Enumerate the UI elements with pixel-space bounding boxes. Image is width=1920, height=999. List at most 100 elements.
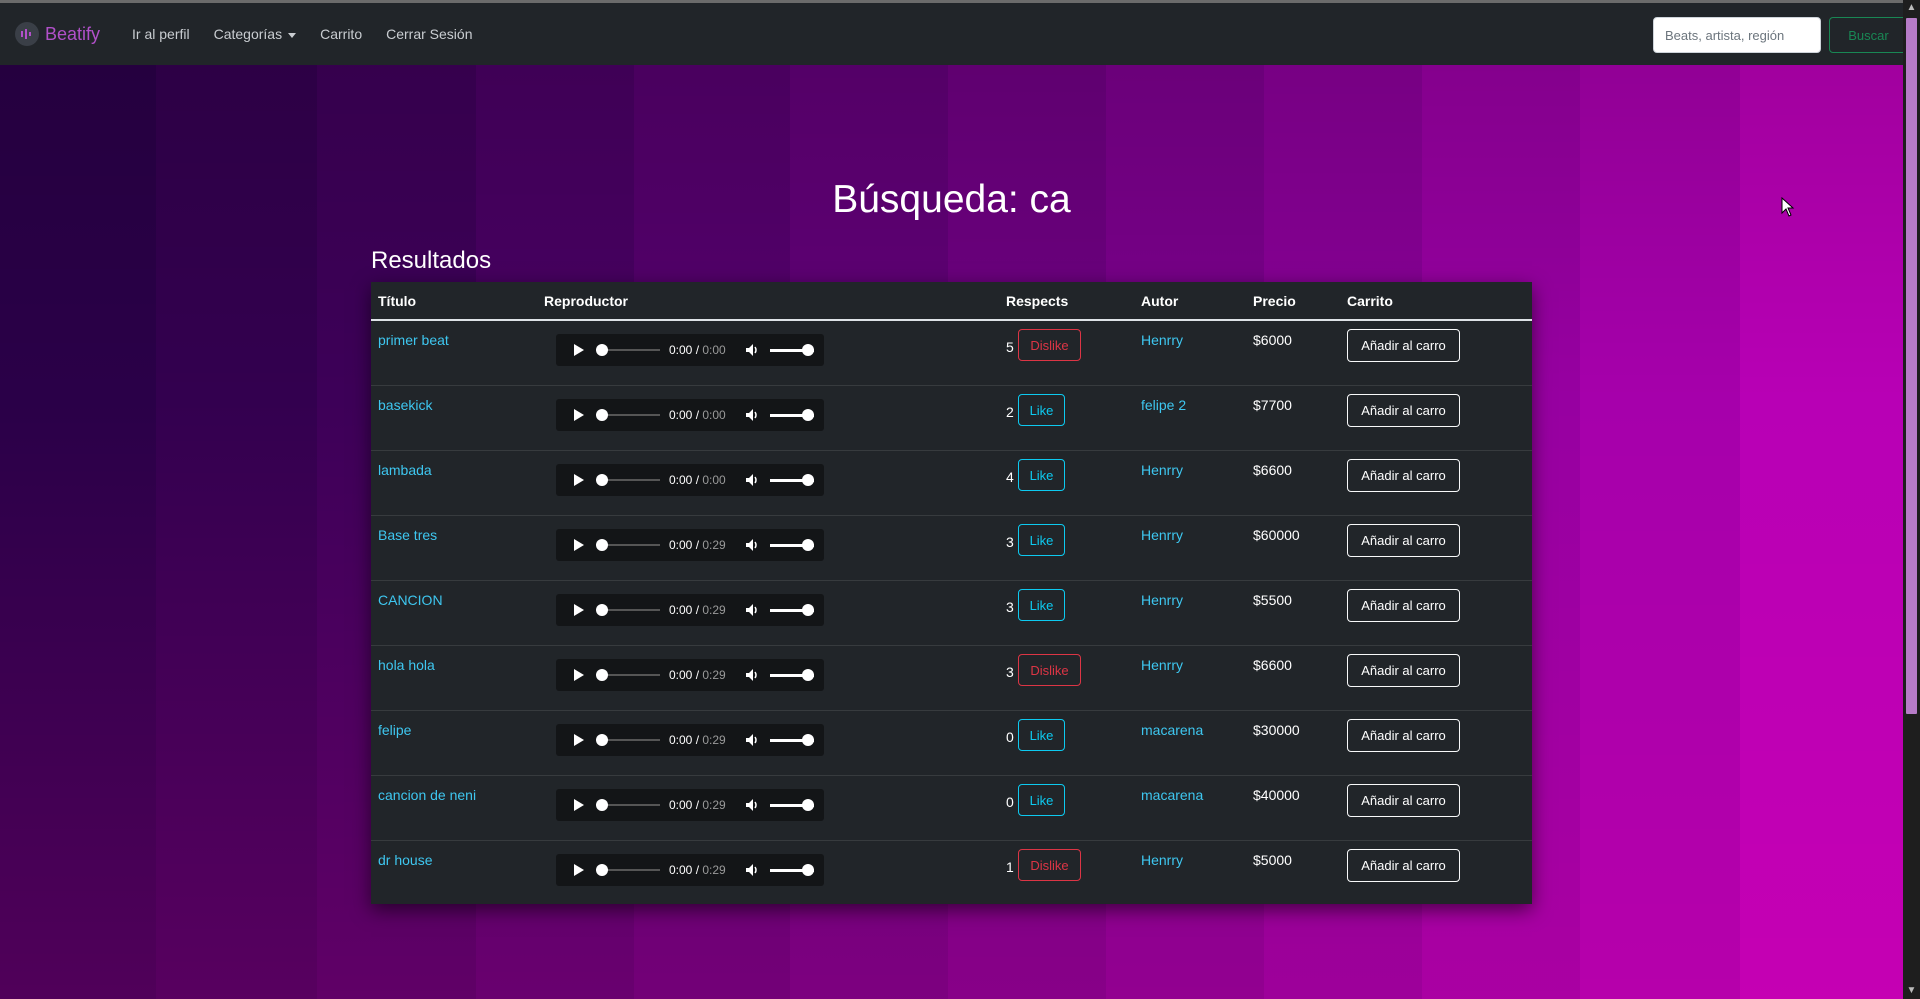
brand-link[interactable]: Beatify (15, 22, 100, 46)
nav-cart-link[interactable]: Carrito (320, 26, 362, 42)
scroll-up-icon[interactable]: ▲ (1903, 0, 1920, 16)
track-title-link[interactable]: Base tres (378, 527, 437, 543)
volume-icon[interactable] (744, 342, 760, 358)
volume-thumb[interactable] (802, 734, 814, 746)
vertical-scrollbar[interactable]: ▲ ▼ (1903, 0, 1920, 999)
add-to-cart-button[interactable]: Añadir al carro (1347, 849, 1460, 882)
audio-player[interactable]: 0:00 / 0:29 (556, 854, 824, 886)
progress-track[interactable] (600, 479, 660, 481)
volume-icon[interactable] (744, 537, 760, 553)
like-button[interactable]: Like (1018, 784, 1065, 816)
track-title-link[interactable]: lambada (378, 462, 432, 478)
play-icon[interactable] (574, 799, 584, 811)
add-to-cart-button[interactable]: Añadir al carro (1347, 784, 1460, 817)
scroll-down-icon[interactable]: ▼ (1903, 983, 1920, 999)
author-link[interactable]: Henrry (1141, 592, 1183, 608)
author-link[interactable]: Henrry (1141, 852, 1183, 868)
add-to-cart-button[interactable]: Añadir al carro (1347, 329, 1460, 362)
progress-track[interactable] (600, 869, 660, 871)
play-icon[interactable] (574, 539, 584, 551)
play-icon[interactable] (574, 864, 584, 876)
volume-thumb[interactable] (802, 799, 814, 811)
search-button[interactable]: Buscar (1829, 17, 1908, 53)
add-to-cart-button[interactable]: Añadir al carro (1347, 654, 1460, 687)
audio-player[interactable]: 0:00 / 0:29 (556, 789, 824, 821)
search-input[interactable] (1653, 17, 1821, 53)
progress-track[interactable] (600, 739, 660, 741)
play-icon[interactable] (574, 344, 584, 356)
play-icon[interactable] (574, 669, 584, 681)
audio-player[interactable]: 0:00 / 0:29 (556, 659, 824, 691)
track-title-link[interactable]: basekick (378, 397, 432, 413)
progress-thumb[interactable] (596, 409, 608, 421)
volume-thumb[interactable] (802, 474, 814, 486)
volume-icon[interactable] (744, 602, 760, 618)
volume-icon[interactable] (744, 667, 760, 683)
audio-player[interactable]: 0:00 / 0:00 (556, 334, 824, 366)
audio-player[interactable]: 0:00 / 0:29 (556, 594, 824, 626)
progress-track[interactable] (600, 804, 660, 806)
volume-icon[interactable] (744, 472, 760, 488)
volume-icon[interactable] (744, 407, 760, 423)
author-link[interactable]: macarena (1141, 787, 1203, 803)
progress-track[interactable] (600, 544, 660, 546)
progress-track[interactable] (600, 349, 660, 351)
volume-thumb[interactable] (802, 344, 814, 356)
like-button[interactable]: Like (1018, 459, 1065, 491)
progress-thumb[interactable] (596, 539, 608, 551)
audio-player[interactable]: 0:00 / 0:00 (556, 464, 824, 496)
nav-logout-link[interactable]: Cerrar Sesión (386, 26, 472, 42)
like-button[interactable]: Like (1018, 394, 1065, 426)
track-title-link[interactable]: primer beat (378, 332, 449, 348)
volume-icon[interactable] (744, 732, 760, 748)
audio-player[interactable]: 0:00 / 0:29 (556, 724, 824, 756)
track-title-link[interactable]: dr house (378, 852, 432, 868)
play-icon[interactable] (574, 409, 584, 421)
play-icon[interactable] (574, 604, 584, 616)
author-link[interactable]: Henrry (1141, 462, 1183, 478)
like-button[interactable]: Like (1018, 589, 1065, 621)
play-icon[interactable] (574, 474, 584, 486)
dislike-button[interactable]: Dislike (1018, 654, 1081, 686)
volume-thumb[interactable] (802, 604, 814, 616)
dislike-button[interactable]: Dislike (1018, 329, 1081, 361)
progress-track[interactable] (600, 609, 660, 611)
progress-thumb[interactable] (596, 864, 608, 876)
like-button[interactable]: Like (1018, 719, 1065, 751)
nav-profile-link[interactable]: Ir al perfil (132, 26, 190, 42)
volume-icon[interactable] (744, 797, 760, 813)
track-title-link[interactable]: cancion de neni (378, 787, 476, 803)
scroll-thumb[interactable] (1906, 18, 1917, 714)
progress-track[interactable] (600, 674, 660, 676)
audio-player[interactable]: 0:00 / 0:00 (556, 399, 824, 431)
volume-thumb[interactable] (802, 669, 814, 681)
progress-thumb[interactable] (596, 474, 608, 486)
volume-thumb[interactable] (802, 409, 814, 421)
add-to-cart-button[interactable]: Añadir al carro (1347, 459, 1460, 492)
track-title-link[interactable]: felipe (378, 722, 411, 738)
dislike-button[interactable]: Dislike (1018, 849, 1081, 881)
progress-thumb[interactable] (596, 734, 608, 746)
nav-categories-dropdown[interactable]: Categorías (214, 26, 297, 42)
volume-thumb[interactable] (802, 864, 814, 876)
add-to-cart-button[interactable]: Añadir al carro (1347, 719, 1460, 752)
like-button[interactable]: Like (1018, 524, 1065, 556)
author-link[interactable]: felipe 2 (1141, 397, 1186, 413)
volume-icon[interactable] (744, 862, 760, 878)
play-icon[interactable] (574, 734, 584, 746)
author-link[interactable]: Henrry (1141, 527, 1183, 543)
add-to-cart-button[interactable]: Añadir al carro (1347, 524, 1460, 557)
progress-thumb[interactable] (596, 799, 608, 811)
progress-thumb[interactable] (596, 669, 608, 681)
track-title-link[interactable]: hola hola (378, 657, 435, 673)
add-to-cart-button[interactable]: Añadir al carro (1347, 589, 1460, 622)
add-to-cart-button[interactable]: Añadir al carro (1347, 394, 1460, 427)
progress-thumb[interactable] (596, 344, 608, 356)
audio-player[interactable]: 0:00 / 0:29 (556, 529, 824, 561)
author-link[interactable]: Henrry (1141, 332, 1183, 348)
author-link[interactable]: macarena (1141, 722, 1203, 738)
volume-thumb[interactable] (802, 539, 814, 551)
author-link[interactable]: Henrry (1141, 657, 1183, 673)
track-title-link[interactable]: CANCION (378, 592, 443, 608)
progress-thumb[interactable] (596, 604, 608, 616)
